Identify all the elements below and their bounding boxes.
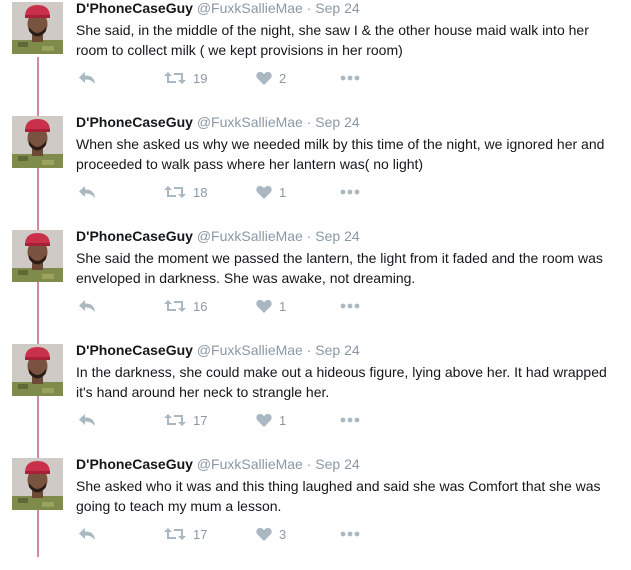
display-name[interactable]: D'PhoneCaseGuy xyxy=(76,342,193,358)
more-icon xyxy=(340,417,360,423)
reply-button[interactable] xyxy=(78,182,96,202)
more-icon xyxy=(340,531,360,537)
more-options-button[interactable] xyxy=(340,68,360,88)
display-name[interactable]: D'PhoneCaseGuy xyxy=(76,456,193,472)
separator-dot: · xyxy=(306,228,312,244)
avatar[interactable] xyxy=(12,230,63,282)
display-name[interactable]: D'PhoneCaseGuy xyxy=(76,114,193,130)
like-button[interactable]: 3 xyxy=(256,524,286,544)
tweet-text: She asked who it was and this thing laug… xyxy=(76,478,601,514)
tweet-actions: 19 2 xyxy=(76,68,396,88)
heart-icon xyxy=(256,527,272,541)
reply-button[interactable] xyxy=(78,296,96,316)
retweet-count: 18 xyxy=(193,184,208,200)
tweet-date[interactable]: Sep 24 xyxy=(315,228,359,244)
retweet-count: 17 xyxy=(193,526,208,542)
user-handle[interactable]: @FuxkSallieMae xyxy=(197,114,303,130)
like-button[interactable]: 1 xyxy=(256,296,286,316)
tweet-thread: D'PhoneCaseGuy @FuxkSallieMae · Sep 24 S… xyxy=(0,0,631,557)
more-options-button[interactable] xyxy=(340,182,360,202)
reply-button[interactable] xyxy=(78,68,96,88)
user-handle[interactable]: @FuxkSallieMae xyxy=(197,342,303,358)
retweet-icon xyxy=(164,413,186,427)
like-button[interactable]: 1 xyxy=(256,182,286,202)
like-count: 2 xyxy=(279,70,287,86)
user-handle[interactable]: @FuxkSallieMae xyxy=(197,0,303,16)
tweet-text: When she asked us why we needed milk by … xyxy=(76,136,605,172)
reply-button[interactable] xyxy=(78,410,96,430)
tweet[interactable]: D'PhoneCaseGuy @FuxkSallieMae · Sep 24 S… xyxy=(0,228,631,342)
heart-icon xyxy=(256,185,272,199)
retweet-icon xyxy=(164,71,186,85)
retweet-count: 17 xyxy=(193,412,208,428)
tweet-header: D'PhoneCaseGuy @FuxkSallieMae · Sep 24 xyxy=(76,342,360,358)
tweet[interactable]: D'PhoneCaseGuy @FuxkSallieMae · Sep 24 W… xyxy=(0,114,631,228)
separator-dot: · xyxy=(306,0,312,16)
separator-dot: · xyxy=(306,114,312,130)
tweet-date[interactable]: Sep 24 xyxy=(315,456,359,472)
tweet-header: D'PhoneCaseGuy @FuxkSallieMae · Sep 24 xyxy=(76,228,360,244)
retweet-icon xyxy=(164,299,186,313)
display-name[interactable]: D'PhoneCaseGuy xyxy=(76,0,193,16)
retweet-count: 19 xyxy=(193,70,208,86)
avatar[interactable] xyxy=(12,2,63,54)
user-handle[interactable]: @FuxkSallieMae xyxy=(197,228,303,244)
tweet-date[interactable]: Sep 24 xyxy=(315,0,359,16)
tweet-text: In the darkness, she could make out a hi… xyxy=(76,364,607,400)
like-count: 1 xyxy=(279,298,287,314)
reply-icon xyxy=(78,185,96,199)
tweet[interactable]: D'PhoneCaseGuy @FuxkSallieMae · Sep 24 S… xyxy=(0,0,631,114)
reply-button[interactable] xyxy=(78,524,96,544)
retweet-icon xyxy=(164,185,186,199)
like-count: 3 xyxy=(279,526,287,542)
retweet-button[interactable]: 19 xyxy=(164,68,207,88)
user-handle[interactable]: @FuxkSallieMae xyxy=(197,456,303,472)
tweet-actions: 18 1 xyxy=(76,182,396,202)
tweet-header: D'PhoneCaseGuy @FuxkSallieMae · Sep 24 xyxy=(76,114,360,130)
separator-dot: · xyxy=(306,342,312,358)
tweet-text: She said, in the middle of the night, sh… xyxy=(76,22,589,58)
tweet[interactable]: D'PhoneCaseGuy @FuxkSallieMae · Sep 24 S… xyxy=(0,456,631,570)
like-count: 1 xyxy=(279,184,287,200)
retweet-button[interactable]: 17 xyxy=(164,410,207,430)
retweet-icon xyxy=(164,527,186,541)
more-icon xyxy=(340,75,360,81)
like-count: 1 xyxy=(279,412,287,428)
retweet-button[interactable]: 17 xyxy=(164,524,207,544)
more-options-button[interactable] xyxy=(340,524,360,544)
tweet-actions: 17 1 xyxy=(76,410,396,430)
more-icon xyxy=(340,189,360,195)
reply-icon xyxy=(78,71,96,85)
retweet-button[interactable]: 16 xyxy=(164,296,207,316)
reply-icon xyxy=(78,299,96,313)
tweet-text: She said the moment we passed the lanter… xyxy=(76,250,603,286)
reply-icon xyxy=(78,413,96,427)
retweet-button[interactable]: 18 xyxy=(164,182,207,202)
avatar[interactable] xyxy=(12,344,63,396)
more-options-button[interactable] xyxy=(340,296,360,316)
tweet-date[interactable]: Sep 24 xyxy=(315,114,359,130)
tweet-header: D'PhoneCaseGuy @FuxkSallieMae · Sep 24 xyxy=(76,456,360,472)
more-options-button[interactable] xyxy=(340,410,360,430)
like-button[interactable]: 1 xyxy=(256,410,286,430)
reply-icon xyxy=(78,527,96,541)
avatar[interactable] xyxy=(12,458,63,510)
tweet-actions: 17 3 xyxy=(76,524,396,544)
heart-icon xyxy=(256,299,272,313)
heart-icon xyxy=(256,413,272,427)
separator-dot: · xyxy=(306,456,312,472)
display-name[interactable]: D'PhoneCaseGuy xyxy=(76,228,193,244)
tweet[interactable]: D'PhoneCaseGuy @FuxkSallieMae · Sep 24 I… xyxy=(0,342,631,456)
avatar[interactable] xyxy=(12,116,63,168)
heart-icon xyxy=(256,71,272,85)
tweet-date[interactable]: Sep 24 xyxy=(315,342,359,358)
like-button[interactable]: 2 xyxy=(256,68,286,88)
more-icon xyxy=(340,303,360,309)
tweet-header: D'PhoneCaseGuy @FuxkSallieMae · Sep 24 xyxy=(76,0,360,16)
tweet-actions: 16 1 xyxy=(76,296,396,316)
retweet-count: 16 xyxy=(193,298,208,314)
